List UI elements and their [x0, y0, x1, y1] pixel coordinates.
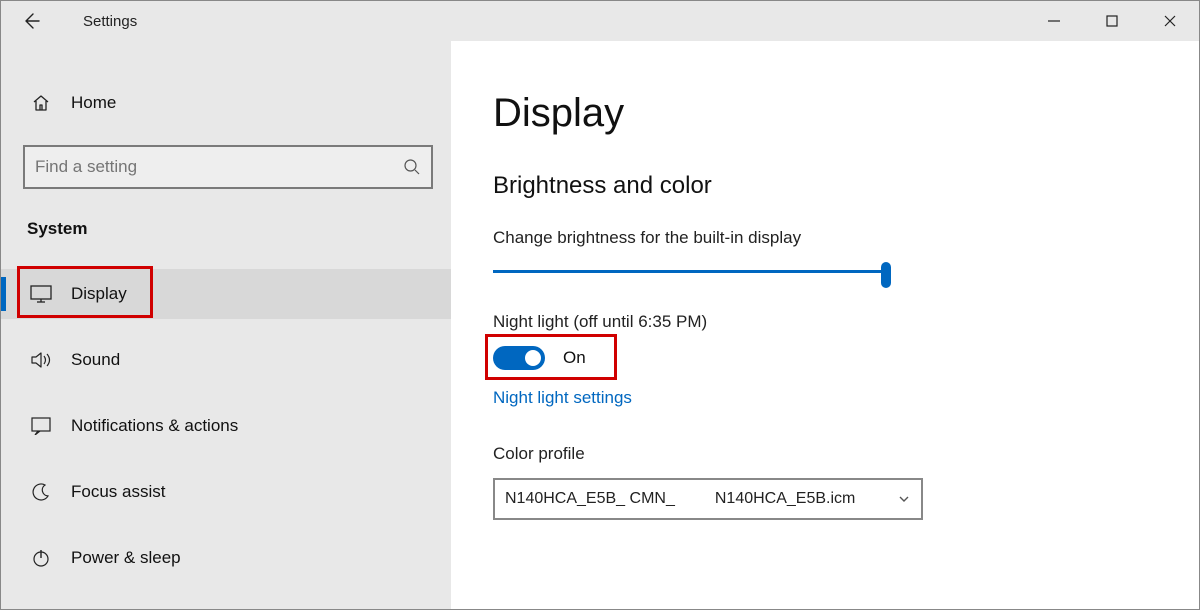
window-title: Settings: [83, 13, 137, 30]
sidebar-item-display[interactable]: Display: [1, 269, 451, 319]
sidebar-item-power[interactable]: Power & sleep: [1, 533, 451, 583]
sidebar: Home System Display S: [1, 41, 451, 609]
sound-icon: [29, 351, 53, 369]
monitor-icon: [29, 285, 53, 303]
close-icon: [1164, 15, 1176, 27]
chevron-down-icon: [897, 492, 911, 506]
color-profile-label: Color profile: [493, 444, 1199, 464]
night-light-label: Night light (off until 6:35 PM): [493, 312, 1199, 332]
power-icon: [29, 549, 53, 567]
sidebar-item-label: Display: [71, 284, 127, 304]
sidebar-item-sound[interactable]: Sound: [1, 335, 451, 385]
sidebar-item-label: Notifications & actions: [71, 416, 238, 436]
notifications-icon: [29, 417, 53, 435]
brightness-label: Change brightness for the built-in displ…: [493, 228, 1199, 248]
search-icon: [403, 158, 421, 176]
search-input[interactable]: [35, 157, 403, 177]
color-profile-dropdown[interactable]: N140HCA_E5B_ CMN_ N140HCA_E5B.icm: [493, 478, 923, 520]
section-title: Brightness and color: [493, 172, 1199, 200]
sidebar-item-label: Power & sleep: [71, 548, 181, 568]
arrow-left-icon: [21, 11, 41, 31]
category-label: System: [23, 219, 451, 239]
minimize-button[interactable]: [1025, 1, 1083, 41]
main-content: Display Brightness and color Change brig…: [451, 41, 1199, 609]
close-button[interactable]: [1141, 1, 1199, 41]
window-controls: [1025, 1, 1199, 41]
minimize-icon: [1048, 15, 1060, 27]
back-button[interactable]: [11, 1, 51, 41]
search-box[interactable]: [23, 145, 433, 189]
night-light-toggle-row: On: [493, 346, 633, 370]
maximize-button[interactable]: [1083, 1, 1141, 41]
maximize-icon: [1106, 15, 1118, 27]
sidebar-item-label: Sound: [71, 350, 120, 370]
page-title: Display: [493, 91, 1199, 136]
brightness-slider[interactable]: [493, 262, 891, 282]
home-label: Home: [71, 93, 116, 113]
sidebar-item-notifications[interactable]: Notifications & actions: [1, 401, 451, 451]
sidebar-item-focus-assist[interactable]: Focus assist: [1, 467, 451, 517]
dropdown-value: N140HCA_E5B_ CMN_ N140HCA_E5B.icm: [505, 490, 897, 508]
toggle-knob: [525, 350, 541, 366]
home-icon: [29, 93, 53, 113]
slider-track: [493, 270, 891, 273]
home-link[interactable]: Home: [23, 81, 451, 125]
settings-window: Settings Home: [0, 0, 1200, 610]
moon-icon: [29, 483, 53, 501]
slider-thumb[interactable]: [881, 262, 891, 288]
toggle-state-label: On: [563, 348, 586, 368]
sidebar-item-label: Focus assist: [71, 482, 165, 502]
night-light-toggle[interactable]: [493, 346, 545, 370]
titlebar: Settings: [1, 1, 1199, 41]
night-light-settings-link[interactable]: Night light settings: [493, 388, 632, 408]
